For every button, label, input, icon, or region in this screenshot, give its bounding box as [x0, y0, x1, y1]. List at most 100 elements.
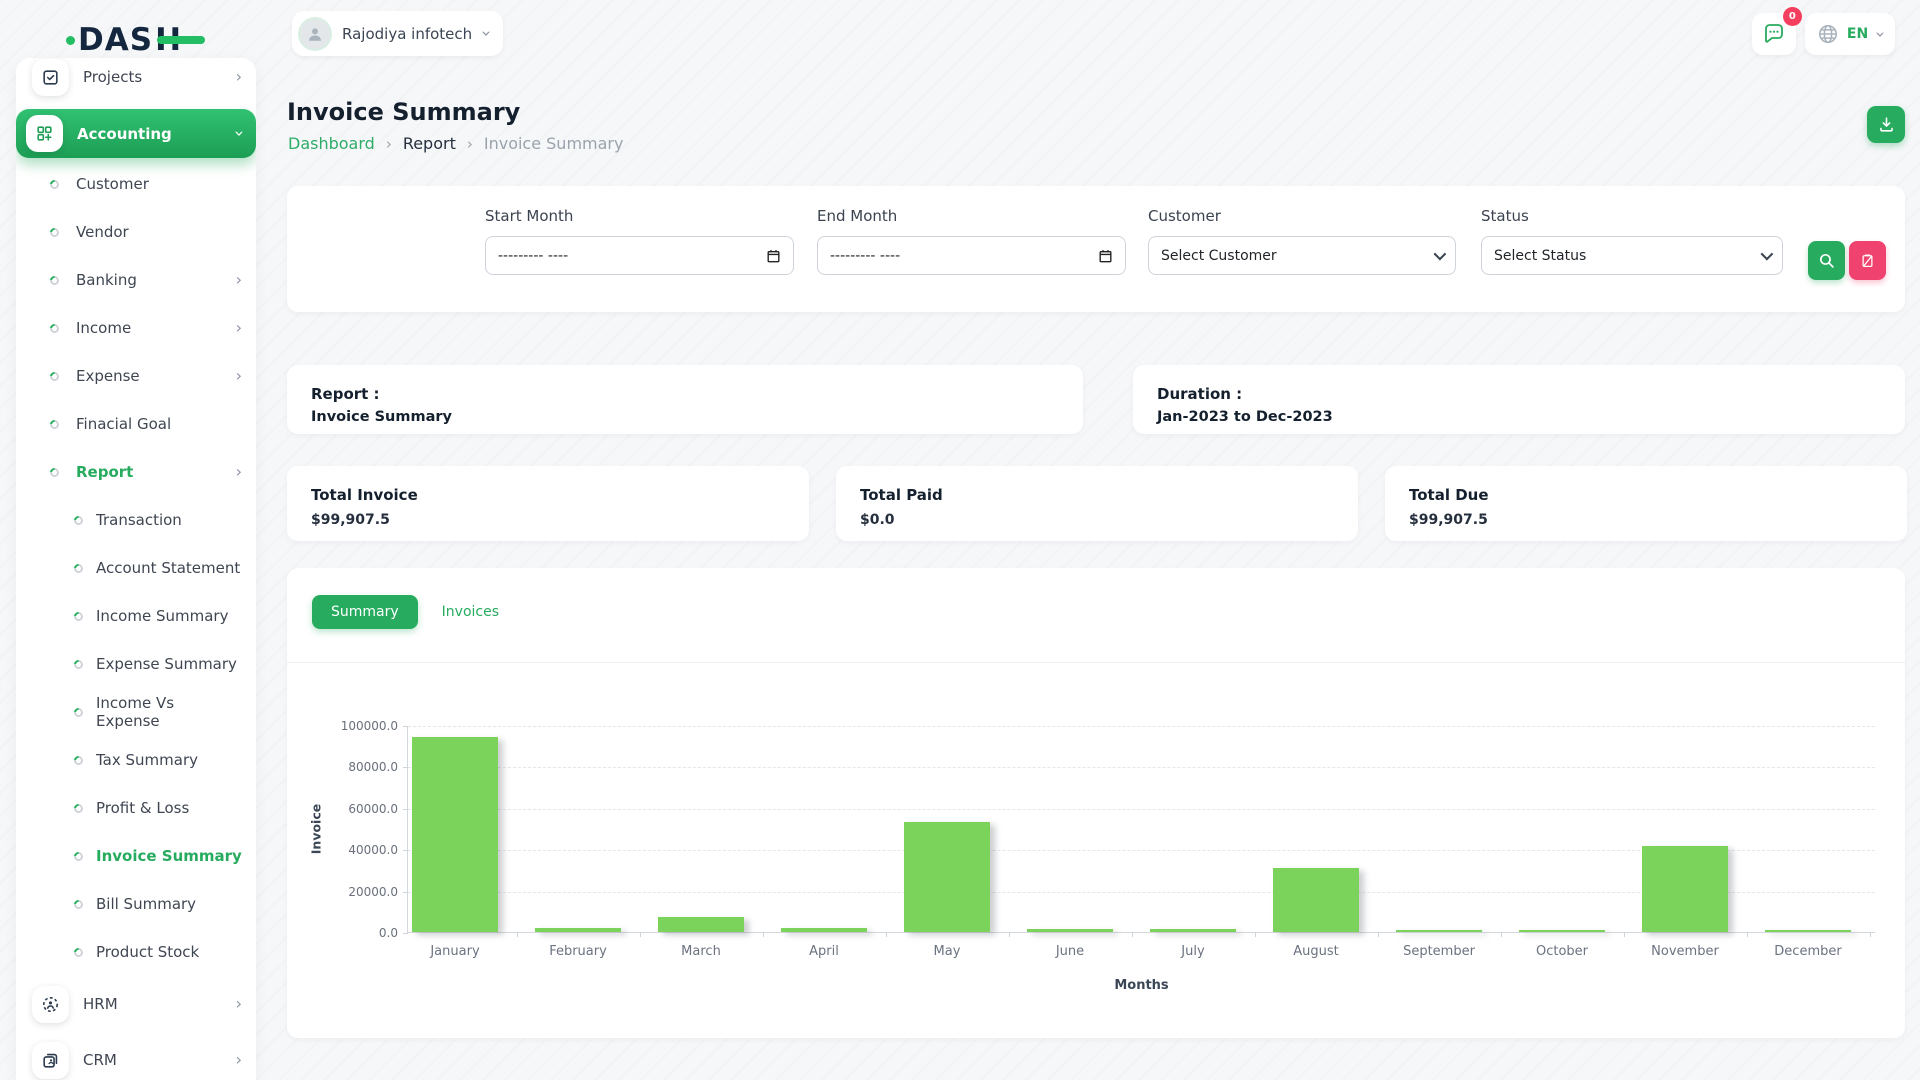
bullet-icon: [48, 322, 61, 335]
y-tick-mark: [403, 850, 408, 851]
reset-filter-button[interactable]: [1849, 241, 1886, 280]
start-month-input[interactable]: --------- ----: [485, 236, 794, 275]
chart-tabs: Summary Invoices: [287, 568, 1905, 663]
x-tick-label: April: [809, 944, 839, 959]
status-select-value: Select Status: [1494, 248, 1586, 264]
tab-invoices[interactable]: Invoices: [440, 595, 501, 629]
tab-summary[interactable]: Summary: [312, 595, 418, 629]
sidebar-item-finacial-goal[interactable]: Finacial Goal: [16, 400, 256, 448]
x-axis-title: Months: [1114, 978, 1168, 993]
calendar-icon: [766, 248, 781, 264]
x-tick-label: October: [1536, 944, 1588, 959]
sidebar-item-label: Product Stock: [96, 943, 242, 961]
sidebar: Projects›Accounting›CustomerVendorBankin…: [16, 58, 256, 1080]
logo-dash-icon: [157, 36, 205, 44]
download-button[interactable]: [1867, 106, 1905, 143]
target-user-icon: [41, 995, 60, 1014]
sidebar-item-vendor[interactable]: Vendor: [16, 208, 256, 256]
y-tick-label: 80000.0: [348, 760, 398, 774]
duration-info-card: Duration : Jan-2023 to Dec-2023: [1133, 365, 1905, 434]
x-tick-mark: [1255, 932, 1256, 937]
sidebar-item-banking[interactable]: Banking›: [16, 256, 256, 304]
y-axis-title: Invoice: [309, 804, 324, 854]
chevron-right-icon: ›: [236, 368, 242, 384]
layers-icon: [41, 1051, 60, 1070]
sidebar-item-label: CRM: [83, 1051, 236, 1069]
sidebar-item-product-stock[interactable]: Product Stock: [16, 928, 256, 976]
stat-value: $99,907.5: [311, 512, 785, 528]
end-month-input[interactable]: --------- ----: [817, 236, 1126, 275]
logo-dot-icon: [66, 36, 75, 45]
bullet-icon: [72, 562, 85, 575]
sidebar-item-income[interactable]: Income›: [16, 304, 256, 352]
sidebar-icon-box: [26, 115, 63, 152]
clipboard-check-icon: [41, 68, 60, 87]
sidebar-item-label: Income Vs Expense: [96, 694, 242, 730]
y-tick-mark: [403, 726, 408, 727]
sidebar-item-expense[interactable]: Expense›: [16, 352, 256, 400]
customer-select[interactable]: Select Customer: [1148, 236, 1456, 275]
sidebar-item-income-vs-expense[interactable]: Income Vs Expense: [16, 688, 256, 736]
sidebar-item-profit-loss[interactable]: Profit & Loss: [16, 784, 256, 832]
x-tick-mark: [1747, 932, 1748, 937]
sidebar-item-label: Projects: [83, 68, 236, 86]
start-month-placeholder: --------- ----: [498, 248, 766, 264]
calendar-icon: [1098, 248, 1113, 264]
sidebar-item-report[interactable]: Report›: [16, 448, 256, 496]
sidebar-item-transaction[interactable]: Transaction: [16, 496, 256, 544]
breadcrumb-item-invoice-summary: Invoice Summary: [484, 134, 624, 153]
chevron-right-icon: ›: [236, 69, 242, 85]
report-info-title: Report :: [311, 385, 1059, 403]
download-icon: [1877, 115, 1896, 134]
sidebar-item-expense-summary[interactable]: Expense Summary: [16, 640, 256, 688]
chart-bar-march: [658, 917, 744, 933]
bullet-icon: [48, 178, 61, 191]
filter-panel: Start Month --------- ---- End Month ---…: [287, 186, 1905, 312]
x-tick-label: June: [1056, 944, 1084, 959]
sidebar-item-label: Profit & Loss: [96, 799, 242, 817]
gridline: [408, 767, 1875, 768]
sidebar-item-income-summary[interactable]: Income Summary: [16, 592, 256, 640]
x-tick-mark: [1501, 932, 1502, 937]
chart-bar-june: [1027, 929, 1113, 932]
x-tick-label: November: [1651, 944, 1719, 959]
sidebar-item-invoice-summary[interactable]: Invoice Summary: [16, 832, 256, 880]
bullet-icon: [72, 850, 85, 863]
bullet-icon: [48, 226, 61, 239]
apply-filter-button[interactable]: [1808, 241, 1845, 280]
sidebar-icon-box: [32, 986, 69, 1023]
page-title: Invoice Summary: [287, 98, 520, 126]
stat-label: Total Due: [1409, 486, 1883, 504]
x-tick-mark: [1624, 932, 1625, 937]
sidebar-item-label: Report: [76, 463, 236, 481]
sidebar-item-label: Tax Summary: [96, 751, 242, 769]
gridline: [408, 726, 1875, 727]
sidebar-item-label: Bill Summary: [96, 895, 242, 913]
sidebar-item-hrm[interactable]: HRM›: [16, 976, 256, 1032]
chart-bar-january: [412, 737, 498, 932]
x-tick-mark: [1378, 932, 1379, 937]
sidebar-item-label: Invoice Summary: [96, 847, 242, 865]
stat-card-total-invoice: Total Invoice $99,907.5: [287, 466, 809, 541]
app-logo[interactable]: DAS H: [66, 22, 182, 58]
sidebar-item-customer[interactable]: Customer: [16, 160, 256, 208]
breadcrumb-item-dashboard[interactable]: Dashboard: [288, 134, 375, 153]
sidebar-item-accounting[interactable]: Accounting›: [16, 109, 256, 158]
breadcrumb: Dashboard›Report›Invoice Summary: [288, 134, 623, 153]
customer-select-value: Select Customer: [1161, 248, 1277, 264]
chart-bar-september: [1396, 930, 1482, 933]
sidebar-item-account-statement[interactable]: Account Statement: [16, 544, 256, 592]
breadcrumb-separator-icon: ›: [467, 135, 473, 153]
sidebar-item-projects[interactable]: Projects›: [16, 58, 256, 105]
x-tick-label: March: [681, 944, 721, 959]
sidebar-item-label: Expense Summary: [96, 655, 242, 673]
chevron-right-icon: ›: [236, 1052, 242, 1068]
sidebar-item-crm[interactable]: CRM›: [16, 1032, 256, 1080]
chart-bar-may: [904, 822, 990, 932]
x-tick-mark: [517, 932, 518, 937]
sidebar-item-tax-summary[interactable]: Tax Summary: [16, 736, 256, 784]
status-select[interactable]: Select Status: [1481, 236, 1783, 275]
breadcrumb-item-report[interactable]: Report: [403, 134, 456, 153]
sidebar-item-bill-summary[interactable]: Bill Summary: [16, 880, 256, 928]
duration-info-title: Duration :: [1157, 385, 1881, 403]
